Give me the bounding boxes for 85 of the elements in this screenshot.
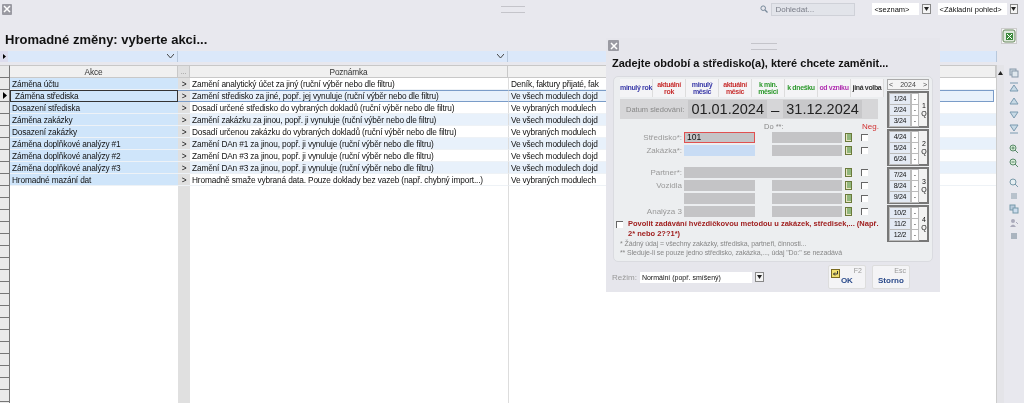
caret-icon[interactable] [497, 54, 504, 59]
date-from-field[interactable]: 01.01.2024 [688, 100, 767, 118]
close-icon[interactable] [608, 40, 619, 51]
table-cell[interactable]: Dosazení zakázky [10, 126, 178, 138]
table-cell[interactable]: Záměna doplňkové analýzy #3 [10, 162, 178, 174]
search-icon[interactable] [760, 5, 769, 13]
mode-label: Režim: [612, 272, 637, 282]
person-icon[interactable] [1009, 218, 1019, 228]
picker-icon[interactable] [845, 206, 853, 216]
input-field[interactable] [772, 192, 842, 204]
input-field[interactable] [772, 144, 842, 156]
input-field[interactable] [684, 179, 755, 191]
table-cell: > [178, 174, 190, 186]
filter-field[interactable] [8, 51, 178, 62]
picker-icon[interactable] [845, 167, 853, 177]
input-field[interactable] [684, 192, 755, 204]
row-pointer-icon [2, 92, 7, 99]
caret-icon[interactable] [167, 54, 174, 59]
filter-field[interactable] [178, 51, 508, 62]
table-cell[interactable]: Záměna účtu [10, 78, 178, 90]
picker-icon[interactable] [845, 193, 853, 203]
table-cell: > [178, 90, 190, 102]
dropdown-caret-icon[interactable] [754, 272, 764, 282]
down-icon[interactable] [1009, 110, 1019, 120]
input-field[interactable] [684, 144, 755, 156]
input-field[interactable]: 101 [684, 131, 755, 143]
table-cell: > [178, 150, 190, 162]
table-cell: > [178, 78, 190, 90]
input-field[interactable] [684, 205, 755, 217]
dialog-title: Zadejte období a středisko(a), které chcete zaměnit... [612, 57, 889, 69]
search-field[interactable]: Dohledat... [771, 2, 856, 16]
neg-checkbox[interactable] [861, 146, 868, 154]
enter-icon [830, 269, 840, 278]
neg-checkbox[interactable] [861, 194, 868, 202]
input-field[interactable] [684, 166, 842, 178]
table-cell[interactable]: Hromadné mazání dat [10, 174, 178, 186]
picker-icon[interactable] [845, 145, 853, 155]
neg-checkbox[interactable] [861, 181, 868, 189]
neg-checkbox[interactable] [861, 133, 868, 141]
drag-handle-icon[interactable] [501, 5, 526, 13]
windows-icon[interactable] [1009, 204, 1019, 214]
table-cell: > [178, 126, 190, 138]
table-cell[interactable]: Záměna zakázky [10, 114, 178, 126]
first-icon[interactable] [1009, 82, 1019, 92]
table-cell: > [178, 114, 190, 126]
neg-checkbox[interactable] [861, 168, 868, 176]
zoom-in-icon[interactable] [1009, 144, 1019, 154]
column-header[interactable]: Akce [10, 65, 178, 78]
zoom-icon[interactable] [1009, 178, 1019, 188]
table-cell[interactable]: Záměna doplňkové analýzy #1 [10, 138, 178, 150]
table-cell[interactable]: Záměna střediska [10, 90, 178, 102]
field-label: Partner*: [649, 167, 683, 177]
scrollbar[interactable] [996, 65, 1004, 403]
field-label: Analýza 3 [645, 206, 683, 216]
date-to-field[interactable]: 31.12.2024 [783, 100, 862, 118]
table-cell: Zamění DAn #1 za jinou, popř. ji vynuluje (ruční výběr nebo dle filtru) [190, 138, 508, 150]
dropdown-caret-icon[interactable] [922, 4, 931, 14]
picker-icon[interactable] [845, 132, 853, 142]
neg-checkbox[interactable] [861, 207, 868, 215]
zoom-out-icon[interactable] [1009, 158, 1019, 168]
input-field[interactable] [772, 131, 842, 143]
input-field[interactable] [772, 179, 842, 191]
table-cell: > [178, 138, 190, 150]
copy-icon[interactable] [1009, 68, 1019, 78]
table-cell: > [178, 102, 190, 114]
square-icon[interactable] [1010, 232, 1018, 240]
input-field[interactable] [772, 205, 842, 217]
table-cell[interactable]: Dosazení střediska [10, 102, 178, 114]
spreadsheet-export-icon[interactable] [1001, 28, 1017, 44]
table-cell: Zamění zakázku za jinou, popř. ji vynuluje (ruční výběr nebo dle filtru) [190, 114, 508, 126]
close-icon[interactable] [2, 3, 13, 15]
table-cell[interactable]: Záměna doplňkové analýzy #2 [10, 150, 178, 162]
picker-icon[interactable] [845, 180, 853, 190]
page-title: Hromadné změny: vyberte akci... [5, 32, 208, 49]
checkbox[interactable] [616, 221, 623, 228]
drag-handle-icon[interactable] [751, 43, 777, 50]
up-icon[interactable] [1009, 96, 1019, 106]
table-cell: Zamění středisko za jiné, popř. jej vynuluje (ruční výběr nebo dle filtru) [190, 90, 508, 102]
table-cell: Zamění DAn #3 za jinou, popř. ji vynuluje (ruční výběr nebo dle filtru) [190, 162, 508, 174]
column-header[interactable]: Poznámka [190, 65, 508, 78]
scroll-up-icon[interactable] [998, 71, 1003, 75]
dropdown-caret-icon[interactable] [1009, 4, 1018, 14]
row-header[interactable] [0, 90, 10, 102]
last-icon[interactable] [1009, 124, 1019, 134]
table-cell: > [178, 162, 190, 174]
